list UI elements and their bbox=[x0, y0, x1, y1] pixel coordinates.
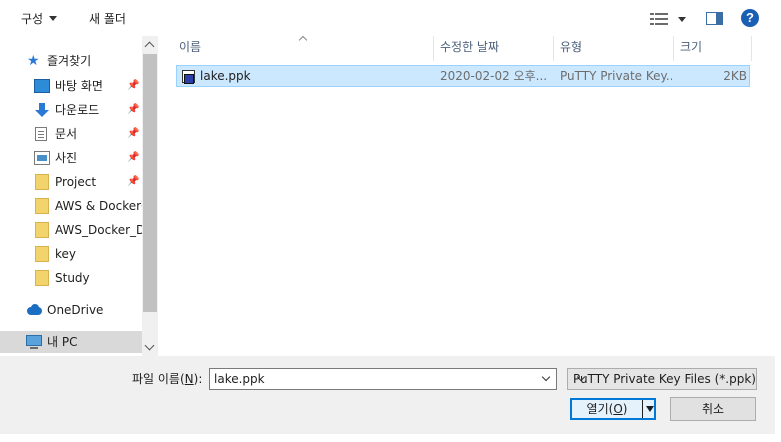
table-row[interactable]: lake.ppk 2020-02-02 오후... PuTTY Private … bbox=[176, 65, 750, 87]
preview-pane-icon[interactable] bbox=[706, 12, 723, 25]
open-options-dropdown-icon[interactable] bbox=[646, 406, 654, 412]
nav-item-study[interactable]: Study bbox=[0, 267, 142, 289]
nav-item-label: OneDrive bbox=[47, 303, 104, 317]
nav-item-label: 바탕 화면 bbox=[55, 79, 103, 93]
nav-item-key[interactable]: key bbox=[0, 243, 142, 265]
filename-label-accesskey: N bbox=[184, 372, 194, 386]
column-date[interactable]: 수정한 날짜 bbox=[434, 36, 554, 61]
nav-item-label: 사진 bbox=[55, 151, 78, 165]
nav-item-onedrive[interactable]: OneDrive bbox=[0, 299, 142, 321]
folder-icon bbox=[35, 174, 49, 190]
nav-item-documents[interactable]: 문서 📌 bbox=[0, 123, 142, 145]
organize-button[interactable]: 구성 bbox=[21, 10, 58, 28]
cancel-button[interactable]: 취소 bbox=[670, 397, 756, 421]
column-header: 이름 수정한 날짜 유형 크기 bbox=[158, 36, 775, 61]
nav-item-project[interactable]: Project 📌 bbox=[0, 171, 142, 193]
new-folder-button[interactable]: 새 폴더 bbox=[89, 10, 126, 28]
nav-item-aws-docker-de[interactable]: AWS_Docker_De bbox=[0, 219, 142, 241]
desktop-icon bbox=[34, 79, 50, 93]
pictures-icon bbox=[34, 151, 50, 165]
nav-item-quick-access[interactable]: ★ 즐겨찾기 bbox=[0, 50, 142, 72]
chevron-down-icon bbox=[49, 16, 58, 21]
document-icon bbox=[35, 127, 47, 141]
filename-input[interactable] bbox=[210, 369, 538, 389]
nav-item-label: 즐겨찾기 bbox=[47, 54, 92, 68]
open-button-label: 열기(O) bbox=[572, 400, 642, 418]
help-icon[interactable]: ? bbox=[741, 9, 759, 27]
open-label-suffix: ) bbox=[622, 402, 628, 416]
change-view-button[interactable] bbox=[650, 10, 688, 28]
nav-item-label: 다운로드 bbox=[55, 103, 100, 117]
filetype-value: PuTTY Private Key Files (*.ppk) bbox=[573, 372, 756, 386]
download-icon bbox=[34, 103, 50, 117]
column-name-label: 이름 bbox=[179, 40, 202, 54]
pin-icon: 📌 bbox=[127, 176, 140, 187]
nav-item-label: key bbox=[55, 247, 77, 261]
filetype-select[interactable]: PuTTY Private Key Files (*.ppk) bbox=[567, 368, 757, 390]
navigation-pane: ★ 즐겨찾기 바탕 화면 📌 다운로드 📌 문서 📌 사진 📌 Project … bbox=[0, 36, 158, 356]
file-name: lake.ppk bbox=[200, 69, 251, 83]
folder-icon bbox=[35, 198, 49, 214]
nav-item-aws-docker[interactable]: AWS & Docker활 bbox=[0, 195, 142, 217]
nav-item-pictures[interactable]: 사진 📌 bbox=[0, 147, 142, 169]
nav-item-label: Project bbox=[55, 175, 97, 189]
nav-item-downloads[interactable]: 다운로드 📌 bbox=[0, 99, 142, 121]
open-button[interactable]: 열기(O) bbox=[570, 398, 656, 420]
pin-icon: 📌 bbox=[127, 80, 140, 91]
chevron-down-icon[interactable] bbox=[538, 369, 556, 389]
pin-icon: 📌 bbox=[127, 104, 140, 115]
scroll-up-icon[interactable] bbox=[142, 38, 158, 52]
file-type: PuTTY Private Key... bbox=[560, 69, 672, 83]
file-open-dialog: 구성 새 폴더 ? ★ 즐겨찾기 바탕 화면 📌 다운로드 📌 문서 📌 사진 … bbox=[0, 0, 775, 434]
putty-key-file-icon bbox=[181, 68, 195, 84]
column-size-label: 크기 bbox=[680, 40, 703, 54]
split-divider bbox=[642, 400, 643, 418]
folder-icon bbox=[35, 270, 49, 286]
folder-icon bbox=[35, 246, 49, 262]
column-size[interactable]: 크기 bbox=[674, 36, 752, 61]
column-type-label: 유형 bbox=[560, 40, 583, 54]
file-date: 2020-02-02 오후... bbox=[440, 69, 548, 83]
open-label-prefix: 열기( bbox=[586, 402, 614, 416]
folder-icon bbox=[35, 222, 49, 238]
sort-ascending-icon bbox=[299, 36, 307, 42]
open-label-accesskey: O bbox=[613, 402, 623, 416]
chevron-down-icon bbox=[678, 17, 686, 22]
organize-label: 구성 bbox=[21, 12, 44, 26]
nav-item-label: AWS & Docker활 bbox=[55, 199, 142, 213]
scrollbar-thumb[interactable] bbox=[143, 54, 157, 312]
chevron-down-icon[interactable] bbox=[573, 369, 591, 389]
filename-label: 파일 이름(N): bbox=[132, 372, 202, 386]
filename-label-prefix: 파일 이름( bbox=[132, 372, 185, 386]
file-size: 2KB bbox=[723, 69, 747, 83]
file-list: 이름 수정한 날짜 유형 크기 lake.ppk 2020-02-02 오후..… bbox=[158, 36, 775, 356]
onedrive-cloud-icon bbox=[26, 303, 42, 317]
column-type[interactable]: 유형 bbox=[554, 36, 674, 61]
nav-item-label: AWS_Docker_De bbox=[55, 223, 142, 237]
nav-item-desktop[interactable]: 바탕 화면 📌 bbox=[0, 75, 142, 97]
computer-icon bbox=[26, 335, 42, 349]
filename-combobox[interactable] bbox=[209, 368, 557, 390]
nav-item-label: 문서 bbox=[55, 127, 78, 141]
toolbar: 구성 새 폴더 ? bbox=[0, 0, 775, 36]
pin-icon: 📌 bbox=[127, 152, 140, 163]
nav-item-this-pc[interactable]: 내 PC bbox=[0, 331, 142, 353]
pin-icon: 📌 bbox=[127, 128, 140, 139]
filename-label-suffix: ): bbox=[193, 372, 203, 386]
nav-scrollbar[interactable] bbox=[142, 36, 158, 356]
nav-item-label: Study bbox=[55, 271, 90, 285]
details-view-icon bbox=[650, 13, 668, 25]
star-icon: ★ bbox=[27, 53, 40, 69]
scroll-down-icon[interactable] bbox=[142, 340, 158, 354]
column-date-label: 수정한 날짜 bbox=[440, 40, 500, 54]
nav-item-label: 내 PC bbox=[47, 335, 78, 349]
bottom-panel: 파일 이름(N): PuTTY Private Key Files (*.ppk… bbox=[0, 356, 775, 434]
